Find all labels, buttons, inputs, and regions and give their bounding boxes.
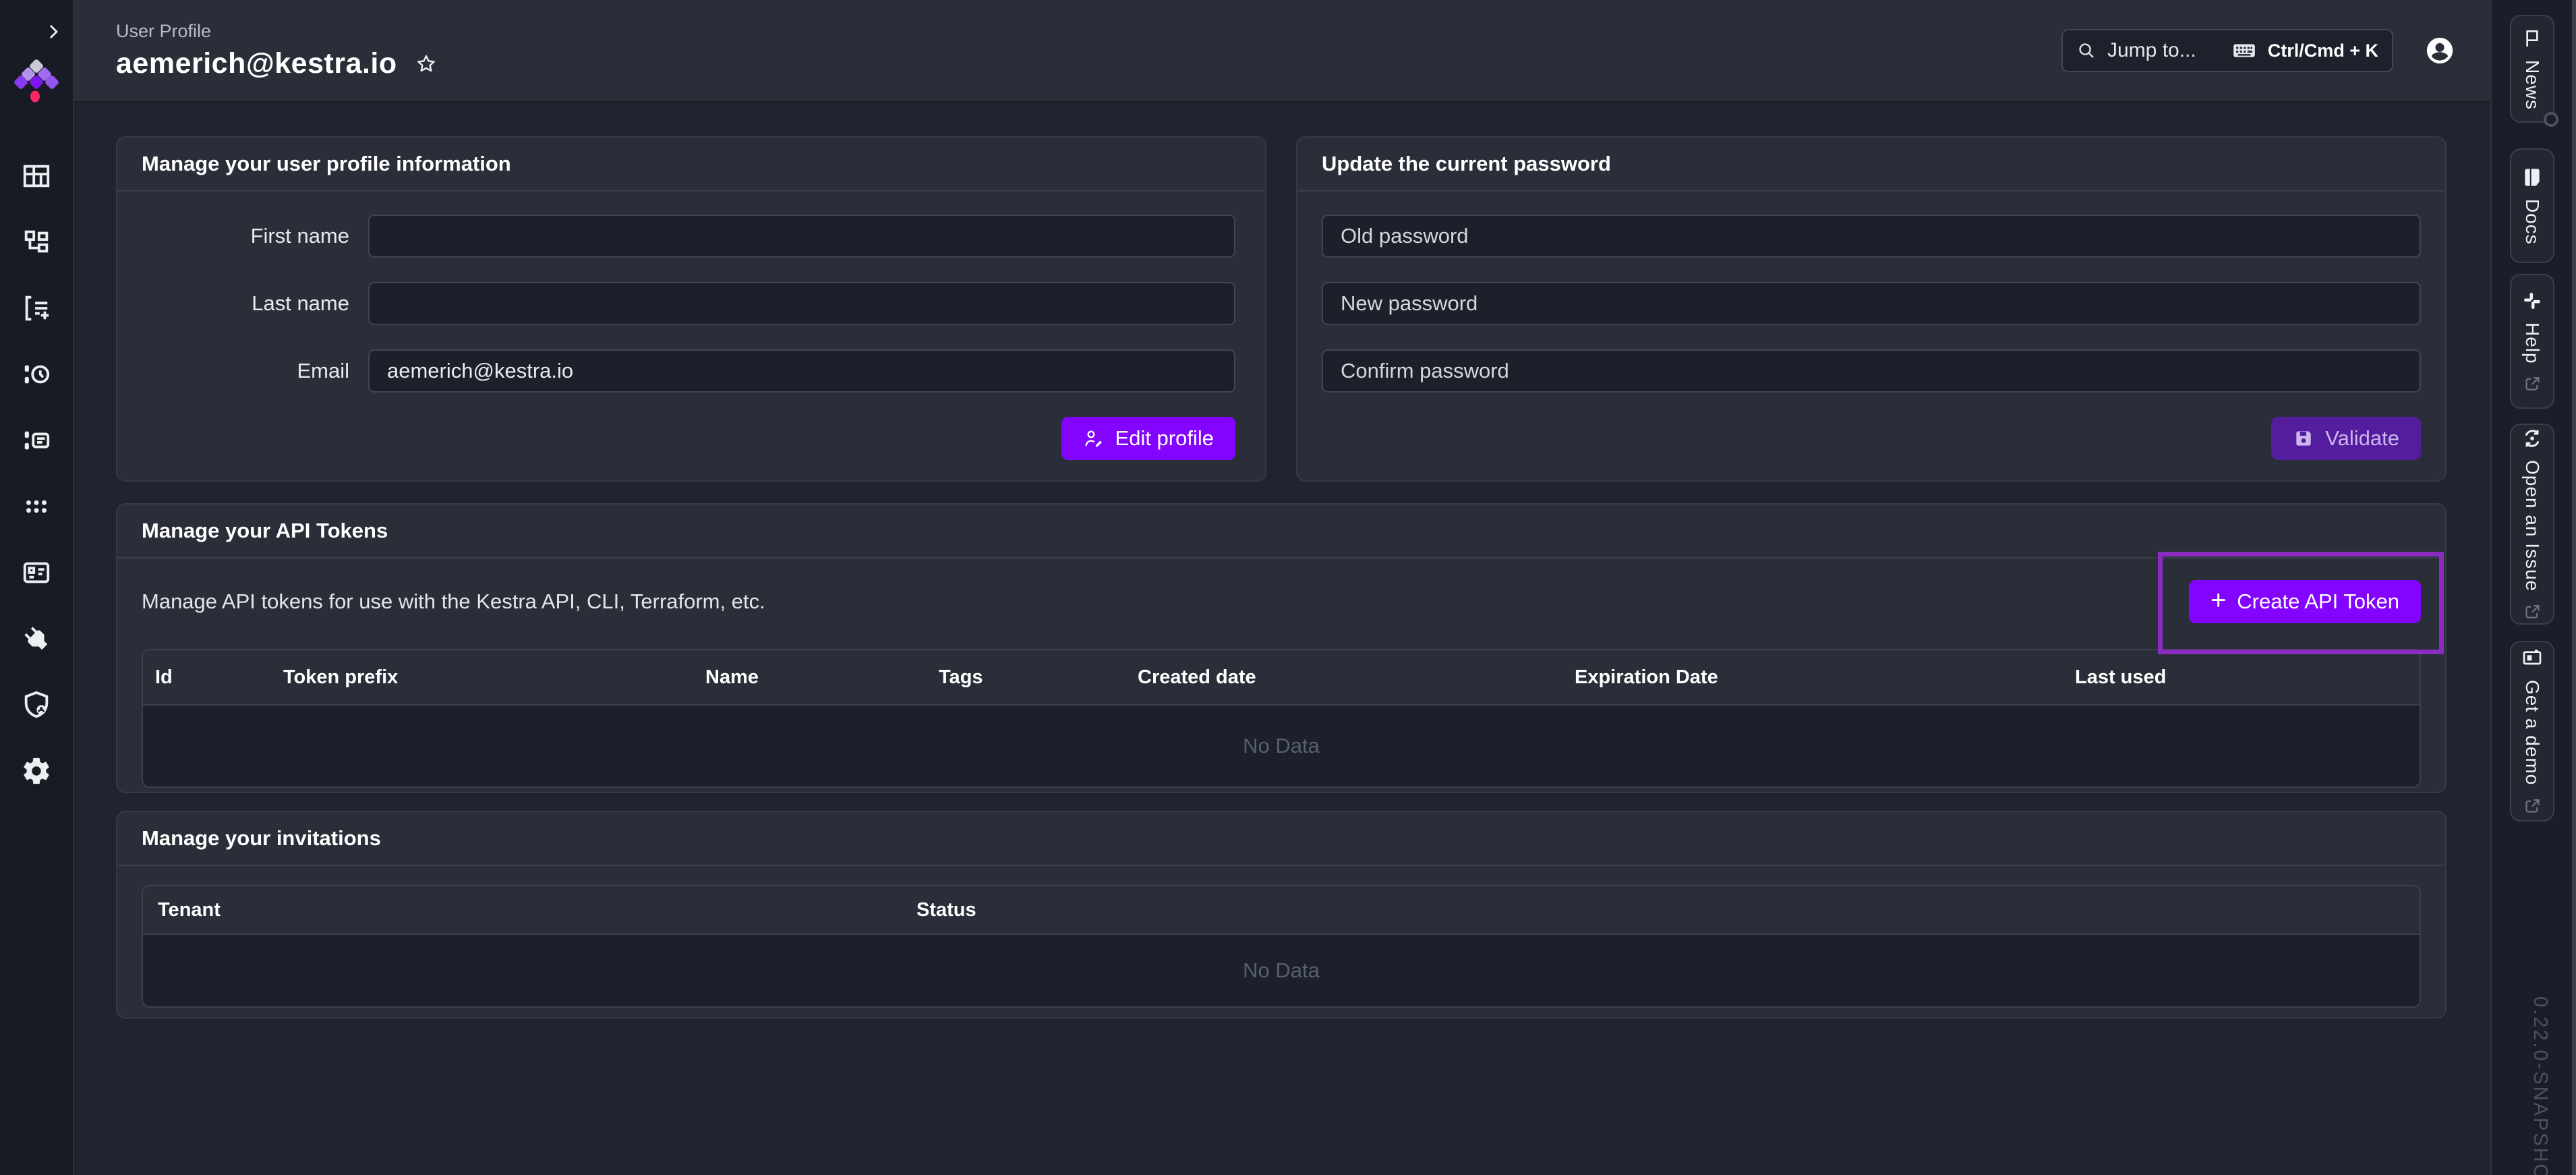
nav-administration-icon[interactable] [21,689,52,720]
kestra-logo[interactable] [14,59,59,107]
news-notification-badge [2544,112,2558,127]
help-button[interactable]: Help [2510,274,2554,409]
email-label: Email [147,359,368,383]
search-icon [2076,40,2097,61]
keyboard-icon [2231,38,2257,63]
open-an-issue-button[interactable]: Open an Issue [2510,424,2554,625]
validate-button[interactable]: Validate [2271,417,2421,460]
book-icon [2521,167,2543,188]
first-name-row: First name [147,214,1235,258]
invitations-card: Manage your invitations Tenant Status No… [116,811,2447,1019]
confirm-password-input[interactable] [1322,349,2421,393]
external-link-icon [2523,374,2542,393]
last-name-label: Last name [147,291,368,316]
left-sidebar [0,0,74,1175]
version-label: 0.22.0-SNAPSHOT [2529,996,2551,1175]
api-tokens-empty-state: No Data [143,704,2420,786]
nav-flows-icon[interactable] [21,227,52,258]
api-tokens-table-header: Id Token prefix Name Tags Created date E… [143,650,2420,704]
external-link-icon [2523,797,2542,815]
breadcrumb: User Profile [116,21,438,42]
password-card-title: Update the current password [1322,152,1611,176]
profile-card-title: Manage your user profile information [142,152,511,176]
first-name-input[interactable] [368,214,1235,258]
jump-to-search[interactable]: Jump to... Ctrl/Cmd + K [2061,29,2393,72]
invitations-card-title: Manage your invitations [142,826,381,851]
account-edit-icon [1083,428,1105,449]
nav-dashboard-icon[interactable] [21,161,52,192]
api-tokens-card-title: Manage your API Tokens [142,519,388,543]
monitor-icon [2521,648,2543,669]
kestra-app: User Profile aemerich@kestra.io Jump to.… [0,0,2576,1175]
col-tenant: Tenant [158,899,916,921]
api-tokens-description: Manage API tokens for use with the Kestr… [142,590,765,614]
right-rail: News Docs Help Open an Issue Get a demo … [2490,0,2576,1175]
new-password-input[interactable] [1322,282,2421,325]
issue-reopened-icon [2521,428,2543,449]
plus-icon: + [2211,587,2226,614]
nav-settings-icon[interactable] [21,755,52,786]
edit-profile-button[interactable]: Edit profile [1061,417,1235,460]
nav-revisions-icon[interactable] [21,359,52,390]
col-expiration-date: Expiration Date [1575,666,2075,689]
slack-icon [2521,290,2543,312]
col-status: Status [916,899,2420,921]
favorite-star-icon[interactable] [415,53,438,76]
top-bar: User Profile aemerich@kestra.io Jump to.… [74,0,2490,103]
invitations-empty-state: No Data [143,934,2420,1006]
nav-blueprints-icon[interactable] [21,557,52,588]
first-name-label: First name [147,224,368,248]
flag-icon [2521,28,2543,49]
external-link-icon [2523,602,2542,621]
api-tokens-card: Manage your API Tokens Manage API tokens… [116,503,2447,793]
api-tokens-table: Id Token prefix Name Tags Created date E… [142,649,2421,788]
invitations-table-header: Tenant Status [143,886,2420,934]
sidebar-expand-chevron-icon[interactable] [43,22,63,42]
sidebar-nav [0,161,73,786]
email-row: Email [147,349,1235,393]
user-avatar-icon[interactable] [2424,35,2455,66]
docs-button[interactable]: Docs [2510,148,2554,263]
search-placeholder: Jump to... [2107,39,2221,62]
get-a-demo-button[interactable]: Get a demo [2510,641,2554,822]
last-name-input[interactable] [368,282,1235,325]
col-last-used: Last used [2075,666,2420,689]
nav-logs-icon[interactable] [21,425,52,456]
invitations-table: Tenant Status No Data [142,885,2421,1008]
nav-namespaces-icon[interactable] [21,491,52,522]
nav-executions-icon[interactable] [21,293,52,324]
old-password-input[interactable] [1322,214,2421,258]
col-tags: Tags [939,666,1138,689]
last-name-row: Last name [147,282,1235,325]
email-input[interactable] [368,349,1235,393]
create-api-token-button[interactable]: + Create API Token [2189,580,2421,623]
profile-card: Manage your user profile information Fir… [116,136,1266,482]
page-heading: User Profile aemerich@kestra.io [116,21,438,80]
save-icon [2293,428,2314,449]
col-created-date: Created date [1138,666,1575,689]
news-button[interactable]: News [2510,15,2554,123]
password-card: Update the current password Validate [1296,136,2447,482]
main-content: Manage your user profile information Fir… [74,103,2490,1175]
col-token-prefix: Token prefix [283,666,705,689]
col-name: Name [705,666,939,689]
col-id: Id [155,666,283,689]
page-title: aemerich@kestra.io [116,47,397,80]
search-shortcut: Ctrl/Cmd + K [2268,40,2378,61]
window-scrollbar[interactable] [2572,0,2576,1175]
nav-plugins-icon[interactable] [21,623,52,654]
